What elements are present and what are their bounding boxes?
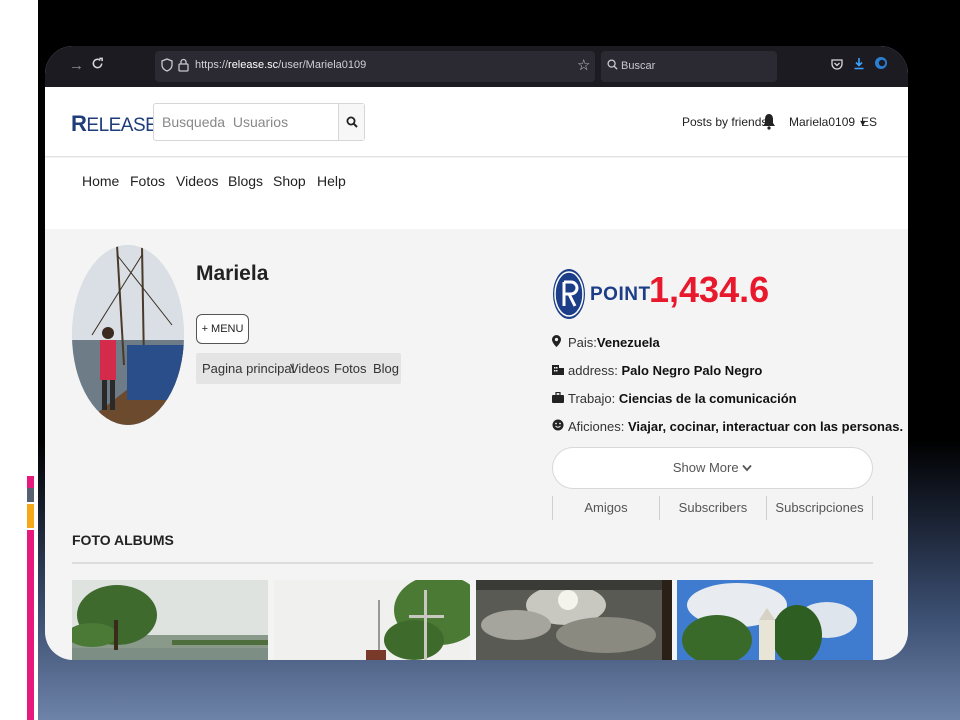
pocket-icon[interactable] xyxy=(831,56,843,76)
nav-home[interactable]: Home xyxy=(82,173,119,189)
tab-subscripciones[interactable]: Subscripciones xyxy=(766,496,873,520)
site-header: RELEASE Posts by friends Mariela0109 ▼ E… xyxy=(45,87,908,157)
chevron-down-icon xyxy=(742,460,752,475)
release-logo[interactable]: RELEASE xyxy=(71,111,158,137)
profile-avatar[interactable] xyxy=(72,245,184,425)
user-search-box xyxy=(153,103,365,141)
search-button[interactable] xyxy=(338,104,364,140)
location-pin-icon xyxy=(552,335,568,350)
album-thumbnail[interactable] xyxy=(677,580,873,660)
nav-fotos[interactable]: Fotos xyxy=(130,173,165,189)
lock-icon[interactable] xyxy=(178,58,189,76)
album-thumbnail[interactable] xyxy=(476,580,672,660)
info-pais: Pais:Venezuela xyxy=(552,335,660,350)
browser-search-bar[interactable]: Buscar xyxy=(601,51,777,82)
profile-name: Mariela xyxy=(196,262,269,285)
rpoint-label: POINT xyxy=(590,284,651,305)
slide-accent-gray xyxy=(27,488,34,502)
nav-help[interactable]: Help xyxy=(317,173,346,189)
tab-fotos[interactable]: Fotos xyxy=(334,361,367,376)
album-thumbnail[interactable] xyxy=(274,580,470,660)
briefcase-icon xyxy=(552,391,568,406)
url-text: https://release.sc/user/Mariela0109 xyxy=(195,59,367,71)
albums-divider xyxy=(72,562,873,564)
browser-window: → https://release.sc/user/Mariela0109 ☆ … xyxy=(45,46,908,660)
slide-accent-magenta xyxy=(27,476,34,488)
rpoint-value: 1,434.6 xyxy=(649,269,770,310)
tab-pagina-principal[interactable]: Pagina principal xyxy=(202,361,295,376)
tab-videos[interactable]: Videos xyxy=(290,361,330,376)
slide-decoration-lines xyxy=(22,68,40,110)
info-trabajo: Trabajo: Ciencias de la comunicación xyxy=(552,391,797,406)
user-menu[interactable]: Mariela0109 ▼ xyxy=(789,115,867,129)
main-nav: Home Fotos Videos Blogs Shop Help xyxy=(45,158,908,229)
browser-toolbar: → https://release.sc/user/Mariela0109 ☆ … xyxy=(45,46,908,87)
bookmark-star-icon[interactable]: ☆ xyxy=(577,58,590,74)
nav-blogs[interactable]: Blogs xyxy=(228,173,263,189)
albums-title: FOTO ALBUMS xyxy=(72,532,174,548)
language-selector[interactable]: ES xyxy=(861,115,877,129)
tab-blog[interactable]: Blog xyxy=(373,361,399,376)
download-icon[interactable] xyxy=(853,56,865,76)
profile-tabs: Pagina principal Videos Fotos Blog xyxy=(196,353,401,384)
forward-icon[interactable]: → xyxy=(69,56,84,76)
show-more-button[interactable]: Show More xyxy=(552,447,873,489)
social-tabs: Amigos Subscribers Subscripciones xyxy=(552,496,873,520)
reload-icon[interactable] xyxy=(91,56,104,76)
url-bar[interactable]: https://release.sc/user/Mariela0109 ☆ xyxy=(155,51,595,82)
nav-videos[interactable]: Videos xyxy=(176,173,219,189)
info-address: address: Palo Negro Palo Negro xyxy=(552,363,762,378)
slide-accent-yellow xyxy=(27,504,34,528)
album-thumbnail[interactable] xyxy=(72,580,268,660)
info-aficiones: Aficiones: Viajar, cocinar, interactuar … xyxy=(552,419,903,434)
posts-by-friends-link[interactable]: Posts by friends xyxy=(682,115,767,129)
smile-icon xyxy=(552,419,568,434)
search-icon xyxy=(346,116,358,128)
shield-icon[interactable] xyxy=(161,58,173,76)
extension-icon[interactable] xyxy=(874,56,888,76)
slide-accent-magenta-long xyxy=(27,530,34,720)
nav-shop[interactable]: Shop xyxy=(273,173,306,189)
menu-button[interactable]: + MENU xyxy=(196,314,249,344)
tab-subscribers[interactable]: Subscribers xyxy=(659,496,766,520)
browser-search-placeholder: Buscar xyxy=(621,60,656,72)
rpoint-logo-icon xyxy=(553,269,585,319)
user-search-input[interactable] xyxy=(154,104,339,140)
building-icon xyxy=(552,363,568,378)
tab-amigos[interactable]: Amigos xyxy=(552,496,659,520)
search-icon xyxy=(607,58,618,74)
bell-icon[interactable] xyxy=(762,113,776,133)
